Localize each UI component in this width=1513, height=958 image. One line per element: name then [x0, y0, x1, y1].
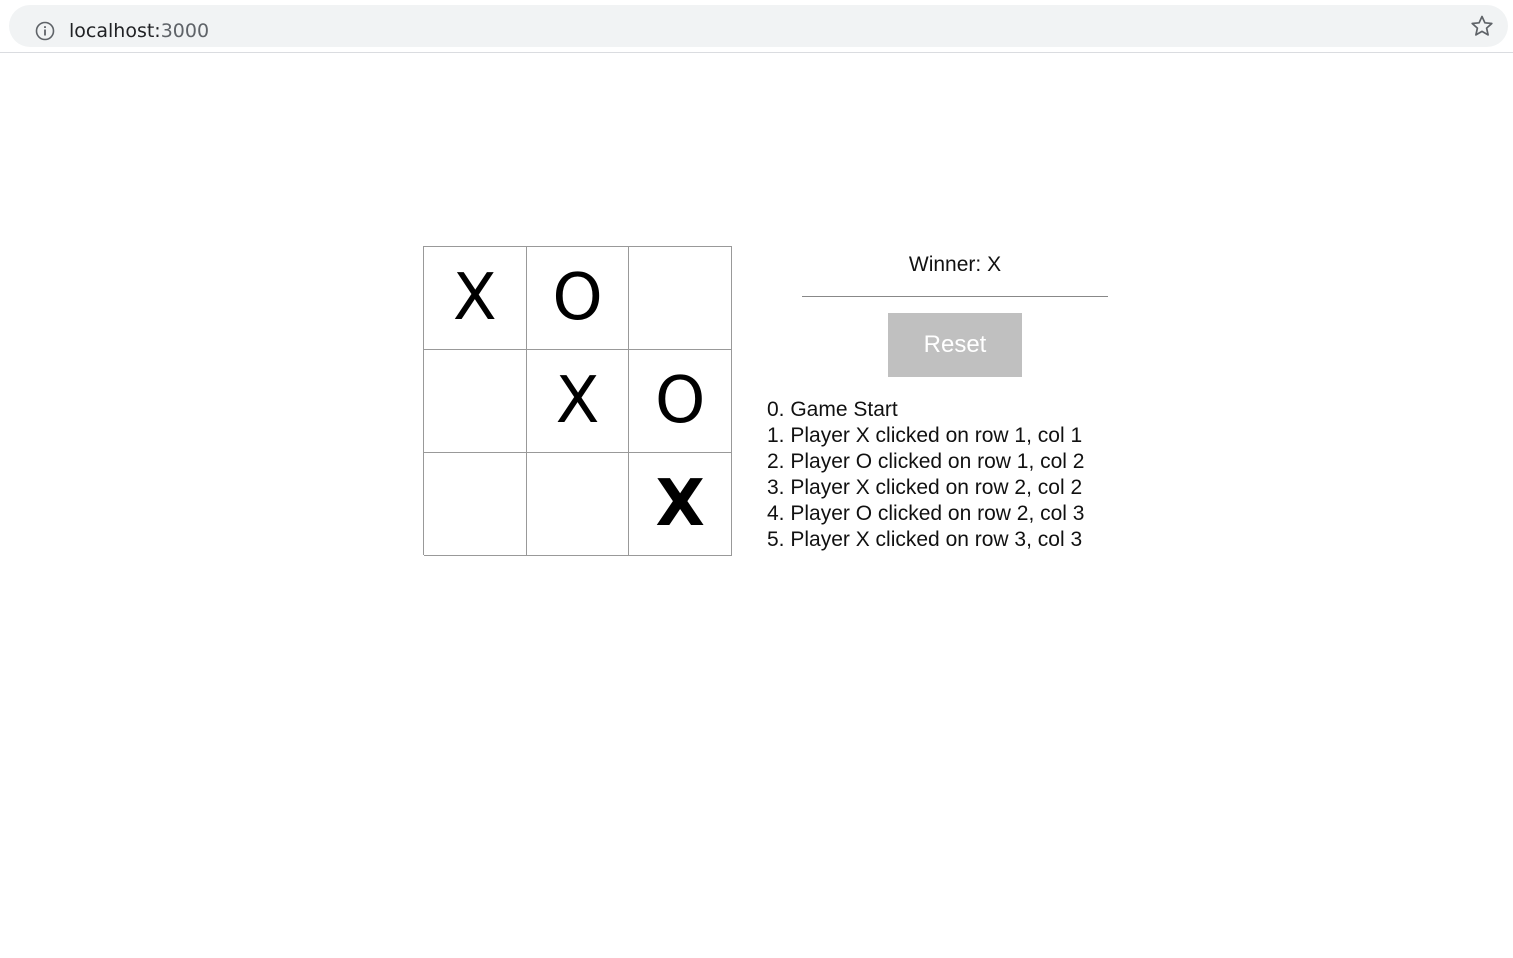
square-r2-c3[interactable]: O: [629, 350, 733, 453]
square-r3-c3[interactable]: X: [629, 453, 733, 556]
move-history: 0. Game Start 1. Player X clicked on row…: [767, 397, 1084, 553]
move-item: 3. Player X clicked on row 2, col 2: [767, 476, 1083, 499]
address-bar[interactable]: localhost:3000: [9, 5, 1508, 47]
status-divider: [802, 296, 1108, 297]
move-item: 5. Player X clicked on row 3, col 3: [767, 528, 1083, 551]
square-r3-c1[interactable]: [424, 453, 527, 556]
star-icon[interactable]: [1470, 14, 1494, 38]
game-status: Winner: X: [908, 253, 1002, 276]
reset-button[interactable]: Reset: [888, 313, 1022, 377]
url-text[interactable]: localhost:3000: [69, 18, 209, 44]
game-board: X O X O X: [423, 246, 733, 556]
square-r1-c3[interactable]: [629, 247, 733, 350]
square-r2-c1[interactable]: [424, 350, 527, 453]
info-icon[interactable]: [35, 21, 55, 41]
square-r2-c2[interactable]: X: [526, 350, 630, 453]
browser-toolbar: localhost:3000: [0, 0, 1513, 53]
url-host: localhost:: [69, 20, 161, 42]
url-port: 3000: [160, 20, 210, 42]
move-item: 1. Player X clicked on row 1, col 1: [767, 424, 1083, 447]
move-item: 4. Player O clicked on row 2, col 3: [767, 502, 1085, 525]
board-row-3: X: [424, 453, 733, 556]
square-r1-c2[interactable]: O: [526, 247, 630, 350]
move-item: 2. Player O clicked on row 1, col 2: [767, 450, 1085, 473]
square-r1-c1[interactable]: X: [424, 247, 527, 350]
square-r3-c2[interactable]: [526, 453, 630, 556]
board-row-2: X O: [424, 350, 733, 453]
board-row-1: X O: [424, 247, 733, 350]
move-item: 0. Game Start: [767, 398, 898, 421]
